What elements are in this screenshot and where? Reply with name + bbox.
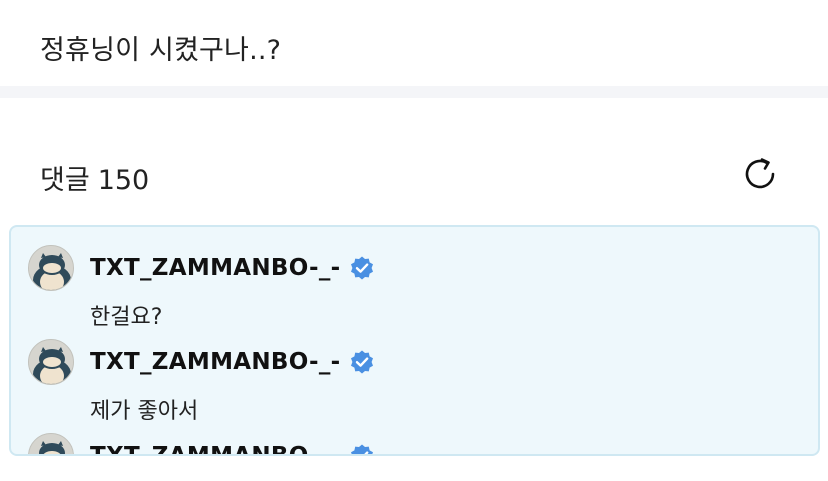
username-row: TXT_ZAMMANBO-_- <box>90 253 375 283</box>
avatar-image <box>29 340 73 384</box>
avatar[interactable] <box>28 433 74 454</box>
section-divider <box>0 86 828 98</box>
reply-thread[interactable]: TXT_ZAMMANBO-_- 한걸요? TXT_ZAMMANBO-_- 제가 … <box>9 225 820 456</box>
avatar-image <box>29 434 73 454</box>
comment-item: TXT_ZAMMANBO-_- <box>11 433 818 454</box>
verified-badge-icon <box>350 444 373 454</box>
username[interactable]: TXT_ZAMMANBO-_- <box>90 443 341 454</box>
comment-item: TXT_ZAMMANBO-_- 한걸요? <box>11 245 818 335</box>
username[interactable]: TXT_ZAMMANBO-_- <box>90 255 341 281</box>
avatar-image <box>29 246 73 290</box>
refresh-button[interactable] <box>740 154 780 194</box>
refresh-icon <box>745 158 775 189</box>
comments-header: 댓글 150 <box>0 150 828 200</box>
avatar[interactable] <box>28 245 74 291</box>
avatar[interactable] <box>28 339 74 385</box>
comment-item: TXT_ZAMMANBO-_- 제가 좋아서 <box>11 339 818 429</box>
verified-badge-icon <box>350 350 373 374</box>
post-text: 정휴닝이 시켰구나..? <box>40 35 282 66</box>
comments-title: 댓글 150 <box>40 158 149 197</box>
username-row: TXT_ZAMMANBO-_- <box>90 347 375 377</box>
comments-count: 150 <box>97 165 150 196</box>
comments-label: 댓글 <box>40 165 90 196</box>
comment-text: 한걸요? <box>90 305 163 330</box>
verified-badge-icon <box>350 256 373 280</box>
username-row: TXT_ZAMMANBO-_- <box>90 441 375 454</box>
username[interactable]: TXT_ZAMMANBO-_- <box>90 349 341 375</box>
comment-text: 제가 좋아서 <box>90 399 199 424</box>
